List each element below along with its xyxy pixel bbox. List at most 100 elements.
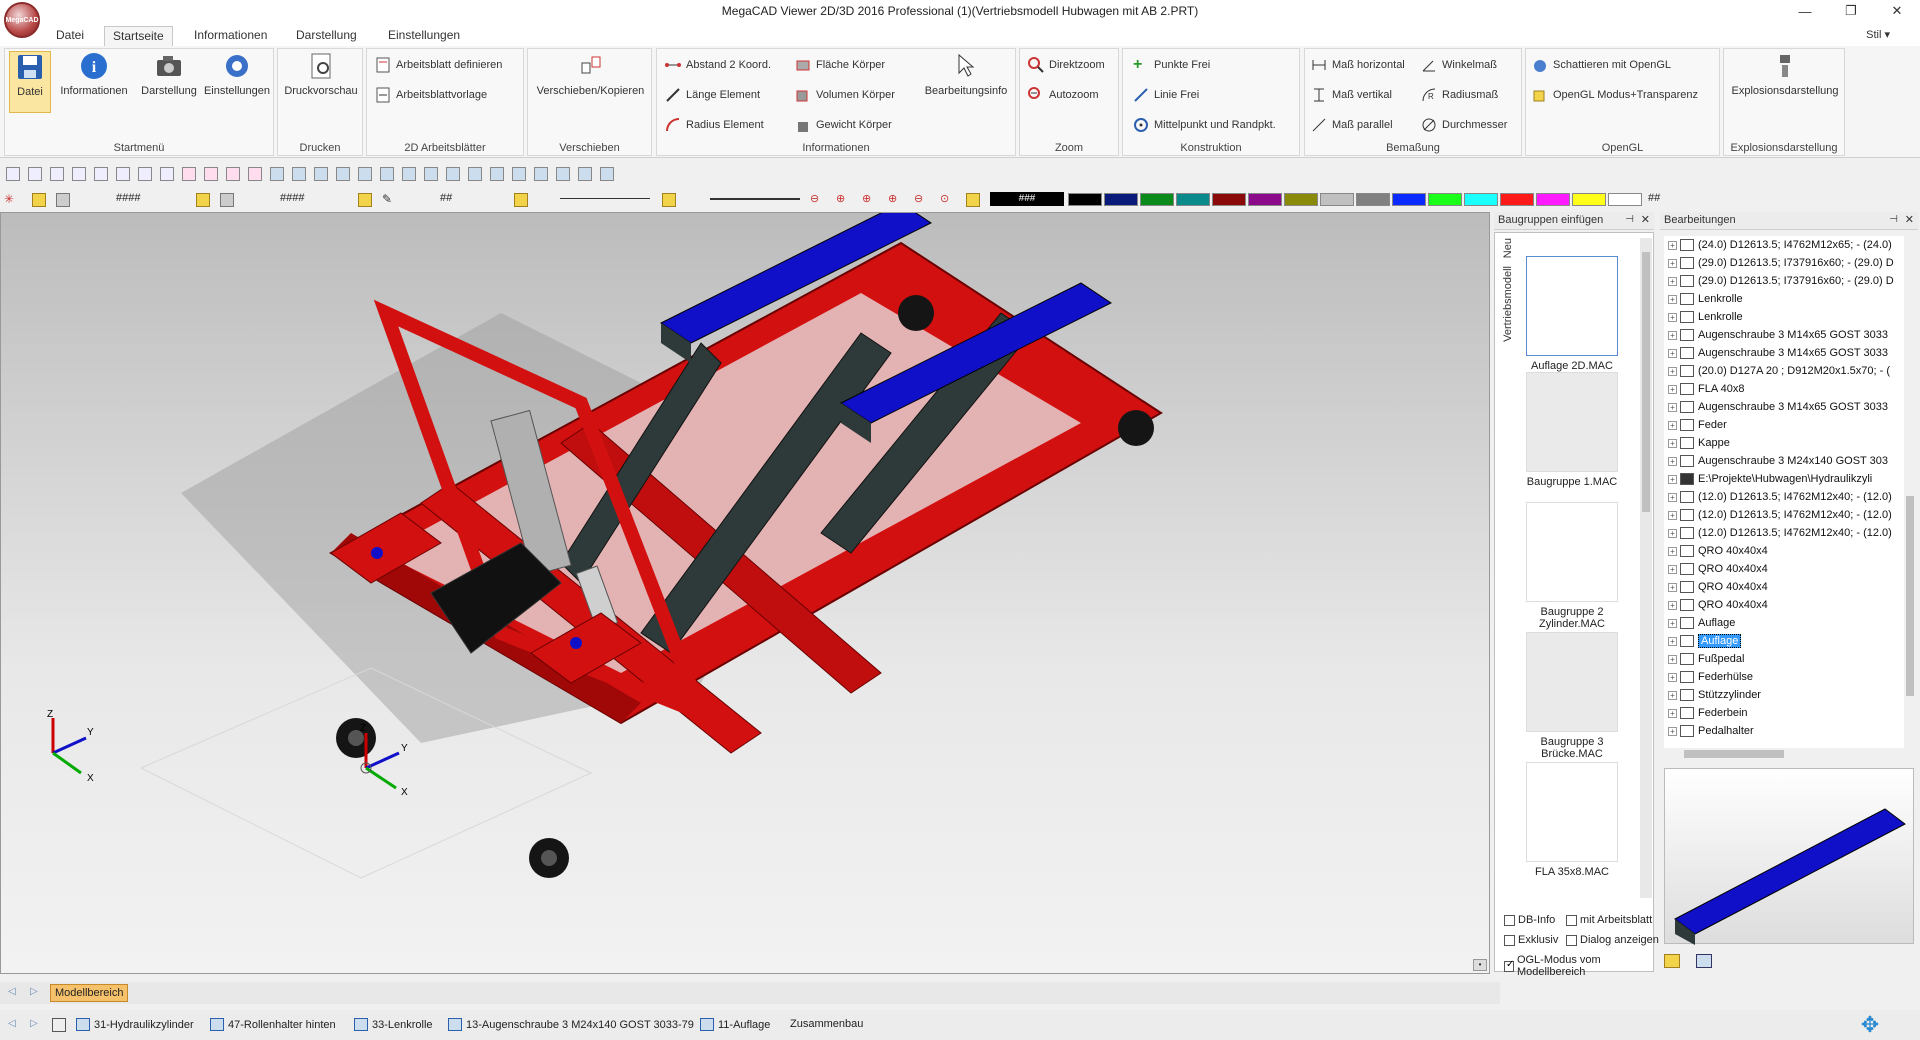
thumb-baugruppe-3[interactable]: Baugruppe 3 Brücke.MAC: [1526, 632, 1618, 760]
cyl3-icon[interactable]: [534, 167, 548, 181]
expand-icon[interactable]: +: [1668, 420, 1677, 430]
tree-item[interactable]: + Federbein: [1664, 704, 1904, 722]
durchmesser-button[interactable]: Durchmesser: [1421, 117, 1507, 133]
opengl-icon[interactable]: [556, 167, 570, 181]
tab-neu[interactable]: Neu: [1502, 238, 1514, 258]
restore-icon[interactable]: ❐: [1828, 0, 1874, 22]
tree-item[interactable]: + Fußpedal: [1664, 650, 1904, 668]
checkbox-mit-arbeitsblatt[interactable]: mit Arbeitsblatt: [1566, 914, 1652, 926]
print2-icon[interactable]: [94, 167, 108, 181]
expand-icon[interactable]: +: [1668, 330, 1677, 340]
radius-element-button[interactable]: Radius Element: [665, 117, 764, 133]
abstand-button[interactable]: Abstand 2 Koord.: [665, 57, 771, 73]
darstellung-button[interactable]: Darstellung: [135, 51, 203, 97]
layer-icon[interactable]: [56, 193, 70, 207]
punkte-frei-button[interactable]: + Punkte Frei: [1133, 57, 1210, 73]
grid-icon[interactable]: [248, 167, 262, 181]
laenge-element-button[interactable]: Länge Element: [665, 87, 760, 103]
checkbox-exklusiv[interactable]: Exklusiv: [1504, 934, 1558, 946]
cyl1-icon[interactable]: [490, 167, 504, 181]
zoom-prev-icon[interactable]: ⊖: [914, 193, 928, 207]
viewport-corner-icon[interactable]: •: [1473, 959, 1487, 971]
expand-icon[interactable]: +: [1668, 348, 1677, 358]
color-field[interactable]: ###: [990, 192, 1064, 206]
part-tab[interactable]: 31-Hydraulikzylinder: [76, 1018, 194, 1031]
schattieren-opengl-button[interactable]: Schattieren mit OpenGL: [1532, 57, 1671, 73]
field-group[interactable]: ####: [280, 192, 304, 204]
lock-icon[interactable]: [358, 193, 372, 207]
close-icon[interactable]: ✕: [1905, 213, 1914, 226]
tab-vertriebsmodell[interactable]: Vertriebsmodell: [1502, 266, 1514, 342]
expand-icon[interactable]: +: [1668, 654, 1677, 664]
tree-item[interactable]: + Stützzylinder: [1664, 686, 1904, 704]
color-swatch[interactable]: [1104, 193, 1138, 206]
linetype-selector[interactable]: [560, 198, 650, 199]
baugruppen-scrollbar[interactable]: [1640, 238, 1652, 898]
part-tab[interactable]: 13-Augenschraube 3 M24x140 GOST 3033-79: [448, 1018, 694, 1031]
tab-next-icon[interactable]: ▷: [30, 1018, 38, 1029]
cube8-icon[interactable]: [424, 167, 438, 181]
mittelpunkt-button[interactable]: Mittelpunkt und Randpkt.: [1133, 117, 1276, 133]
preview-folder-icon[interactable]: [1664, 954, 1680, 968]
expand-icon[interactable]: +: [1668, 510, 1677, 520]
field-layer[interactable]: ####: [116, 192, 140, 204]
checkbox-db-info[interactable]: DB-Info: [1504, 914, 1555, 926]
open-icon[interactable]: [28, 167, 42, 181]
snap-icon[interactable]: [182, 167, 196, 181]
expand-icon[interactable]: +: [1668, 726, 1677, 736]
lock-icon[interactable]: [32, 193, 46, 207]
zoom-all-icon[interactable]: ⊕: [888, 193, 902, 207]
tab-einstellungen[interactable]: Einstellungen: [380, 26, 468, 46]
cube9-icon[interactable]: [446, 167, 460, 181]
tree-item[interactable]: + (12.0) D12613.5; I4762M12x40; - (12.0): [1664, 506, 1904, 524]
color-swatch[interactable]: [1392, 193, 1426, 206]
tree-item[interactable]: + (29.0) D12613.5; I737916x60; - (29.0) D: [1664, 272, 1904, 290]
color-swatch[interactable]: [1320, 193, 1354, 206]
tab-modellbereich[interactable]: Modellbereich: [50, 984, 129, 1002]
tree-item[interactable]: + Lenkrolle: [1664, 308, 1904, 326]
tab-next-icon[interactable]: ▷: [30, 986, 38, 997]
tree-item[interactable]: + Kappe: [1664, 434, 1904, 452]
tree-item[interactable]: + QRO 40x40x4: [1664, 578, 1904, 596]
cube6-icon[interactable]: [380, 167, 394, 181]
color-swatch[interactable]: [1428, 193, 1462, 206]
cube5-icon[interactable]: [358, 167, 372, 181]
direktzoom-button[interactable]: Direktzoom: [1028, 57, 1105, 73]
pen-icon[interactable]: ✎: [382, 193, 396, 207]
expand-icon[interactable]: +: [1668, 312, 1677, 322]
expand-icon[interactable]: +: [1668, 690, 1677, 700]
expand-icon[interactable]: +: [1668, 402, 1677, 412]
list-icon[interactable]: [52, 1018, 66, 1032]
color-swatch[interactable]: [1140, 193, 1174, 206]
einstellungen-button[interactable]: Einstellungen: [203, 51, 271, 97]
zoom-window-icon[interactable]: ⊕: [836, 193, 850, 207]
mass-horizontal-button[interactable]: Maß horizontal: [1311, 57, 1405, 73]
redo-icon[interactable]: [160, 167, 174, 181]
cube4-icon[interactable]: [336, 167, 350, 181]
zoom-in-icon[interactable]: ⊕: [862, 193, 876, 207]
expand-icon[interactable]: +: [1668, 384, 1677, 394]
linewidth-selector[interactable]: [710, 198, 800, 200]
expand-icon[interactable]: +: [1668, 672, 1677, 682]
color-swatch[interactable]: [1248, 193, 1282, 206]
tree-item[interactable]: + E:\Projekte\Hubwagen\Hydraulikzyli: [1664, 470, 1904, 488]
group-icon[interactable]: [220, 193, 234, 207]
lock-icon[interactable]: [196, 193, 210, 207]
thumb-auflage-2d[interactable]: Auflage 2D.MAC: [1526, 256, 1618, 372]
datei-button[interactable]: Datei: [9, 51, 51, 113]
checkbox-box[interactable]: [1566, 934, 1577, 946]
tree-item[interactable]: + QRO 40x40x4: [1664, 560, 1904, 578]
new-icon[interactable]: [6, 167, 20, 181]
color-swatch[interactable]: [1572, 193, 1606, 206]
mass-vertikal-button[interactable]: Maß vertikal: [1311, 87, 1392, 103]
color-swatch[interactable]: [1536, 193, 1570, 206]
expand-icon[interactable]: +: [1668, 456, 1677, 466]
verschieben-kopieren-button[interactable]: Verschieben/Kopieren: [532, 51, 649, 97]
plane-icon[interactable]: [578, 167, 592, 181]
part-tab[interactable]: 47-Rollenhalter hinten: [210, 1018, 336, 1031]
color-swatch[interactable]: [1068, 193, 1102, 206]
snap-icon[interactable]: ✳: [4, 193, 18, 207]
minimize-icon[interactable]: —: [1782, 0, 1828, 22]
pin-icon[interactable]: ⊣: [1889, 214, 1898, 225]
zoom-out-icon[interactable]: ⊖: [810, 193, 824, 207]
